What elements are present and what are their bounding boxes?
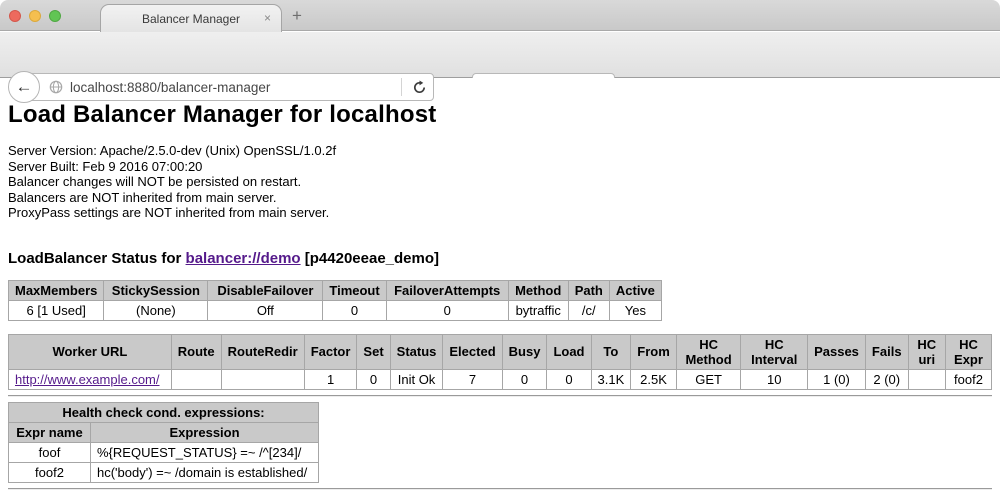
server-version-line: Server Version: Apache/2.5.0-dev (Unix) … xyxy=(8,143,992,159)
cell-expr-name: foof xyxy=(9,442,91,462)
cell-timeout: 0 xyxy=(323,300,386,320)
cell-expression: hc('body') =~ /domain is established/ xyxy=(91,462,319,482)
urlbar-separator xyxy=(401,78,402,96)
col-hc-interval: HC Interval xyxy=(741,334,808,369)
table-row: foof %{REQUEST_STATUS} =~ /^[234]/ xyxy=(9,442,319,462)
cell-busy: 0 xyxy=(502,369,547,389)
col-maxmembers: MaxMembers xyxy=(9,280,104,300)
back-arrow-icon: ← xyxy=(16,77,33,97)
browser-window: Balancer Manager × + localhost:8880/bala… xyxy=(0,0,1000,491)
cell-from: 2.5K xyxy=(631,369,677,389)
url-text[interactable]: localhost:8880/balancer-manager xyxy=(70,80,401,95)
table-row: http://www.example.com/ 1 0 Init Ok 7 0 … xyxy=(9,369,992,389)
status-heading-suffix: [p4420eeae_demo] xyxy=(301,250,439,267)
cell-expr-name: foof2 xyxy=(9,462,91,482)
page-title: Load Balancer Manager for localhost xyxy=(8,101,992,129)
col-busy: Busy xyxy=(502,334,547,369)
balancer-demo-link[interactable]: balancer://demo xyxy=(186,250,301,267)
col-disablefailover: DisableFailover xyxy=(208,280,323,300)
divider xyxy=(8,395,992,397)
persist-notice-line: Balancer changes will NOT be persisted o… xyxy=(8,174,992,190)
cell-routeredir xyxy=(221,369,304,389)
col-route: Route xyxy=(171,334,221,369)
health-table-title: Health check cond. expressions: xyxy=(9,402,319,422)
cell-expression: %{REQUEST_STATUS} =~ /^[234]/ xyxy=(91,442,319,462)
col-factor: Factor xyxy=(304,334,357,369)
reload-button[interactable] xyxy=(408,76,430,98)
table-header-row: Expr name Expression xyxy=(9,422,319,442)
table-header-row: Worker URL Route RouteRedir Factor Set S… xyxy=(9,334,992,369)
cell-load: 0 xyxy=(547,369,591,389)
table-row: foof2 hc('body') =~ /domain is establish… xyxy=(9,462,319,482)
globe-icon xyxy=(49,80,63,94)
loadbalancer-status-heading: LoadBalancer Status for balancer://demo … xyxy=(8,250,992,267)
table-header-row: MaxMembers StickySession DisableFailover… xyxy=(9,280,662,300)
cell-method: bytraffic xyxy=(508,300,568,320)
back-button[interactable]: ← xyxy=(8,71,40,103)
cell-active: Yes xyxy=(609,300,661,320)
col-elected: Elected xyxy=(443,334,502,369)
col-status: Status xyxy=(390,334,443,369)
cell-hc-expr: foof2 xyxy=(945,369,991,389)
col-to: To xyxy=(591,334,631,369)
table-title-row: Health check cond. expressions: xyxy=(9,402,319,422)
navigation-toolbar: localhost:8880/balancer-manager ← xyxy=(0,32,1000,78)
divider xyxy=(8,488,992,490)
server-built-line: Server Built: Feb 9 2016 07:00:20 xyxy=(8,159,992,175)
col-stickysession: StickySession xyxy=(104,280,208,300)
window-close-button[interactable] xyxy=(9,10,21,22)
col-path: Path xyxy=(568,280,609,300)
cell-fails: 2 (0) xyxy=(865,369,908,389)
col-from: From xyxy=(631,334,677,369)
cell-stickysession: (None) xyxy=(104,300,208,320)
col-hc-uri: HC uri xyxy=(908,334,945,369)
worker-status-table: Worker URL Route RouteRedir Factor Set S… xyxy=(8,334,992,390)
cell-disablefailover: Off xyxy=(208,300,323,320)
col-fails: Fails xyxy=(865,334,908,369)
cell-maxmembers: 6 [1 Used] xyxy=(9,300,104,320)
cell-elected: 7 xyxy=(443,369,502,389)
cell-passes: 1 (0) xyxy=(808,369,866,389)
col-method: Method xyxy=(508,280,568,300)
server-info: Server Version: Apache/2.5.0-dev (Unix) … xyxy=(8,143,992,221)
col-active: Active xyxy=(609,280,661,300)
cell-route xyxy=(171,369,221,389)
url-bar[interactable]: localhost:8880/balancer-manager xyxy=(24,73,434,101)
cell-hc-uri xyxy=(908,369,945,389)
page-content: Load Balancer Manager for localhost Serv… xyxy=(0,78,1000,491)
proxypass-notice-line: ProxyPass settings are NOT inherited fro… xyxy=(8,205,992,221)
col-failoverattempts: FailoverAttempts xyxy=(386,280,508,300)
col-set: Set xyxy=(357,334,390,369)
status-heading-prefix: LoadBalancer Status for xyxy=(8,250,186,267)
window-minimize-button[interactable] xyxy=(29,10,41,22)
col-hc-expr: HC Expr xyxy=(945,334,991,369)
col-hc-method: HC Method xyxy=(676,334,741,369)
tab-balancer-manager[interactable]: Balancer Manager × xyxy=(100,4,282,32)
cell-factor: 1 xyxy=(304,369,357,389)
window-zoom-button[interactable] xyxy=(49,10,61,22)
inherit-notice-line: Balancers are NOT inherited from main se… xyxy=(8,190,992,206)
col-expr-name: Expr name xyxy=(9,422,91,442)
tab-strip: Balancer Manager × + xyxy=(0,0,1000,31)
cell-hc-method: GET xyxy=(676,369,741,389)
cell-to: 3.1K xyxy=(591,369,631,389)
col-expression: Expression xyxy=(91,422,319,442)
cell-path: /c/ xyxy=(568,300,609,320)
new-tab-button[interactable]: + xyxy=(292,6,302,26)
worker-url-link[interactable]: http://www.example.com/ xyxy=(15,372,160,387)
col-load: Load xyxy=(547,334,591,369)
tab-title: Balancer Manager xyxy=(142,12,240,26)
balancer-settings-table: MaxMembers StickySession DisableFailover… xyxy=(8,280,662,321)
col-timeout: Timeout xyxy=(323,280,386,300)
col-passes: Passes xyxy=(808,334,866,369)
cell-failoverattempts: 0 xyxy=(386,300,508,320)
health-check-expressions-table: Health check cond. expressions: Expr nam… xyxy=(8,402,319,483)
cell-hc-interval: 10 xyxy=(741,369,808,389)
cell-set: 0 xyxy=(357,369,390,389)
cell-status: Init Ok xyxy=(390,369,443,389)
col-routeredir: RouteRedir xyxy=(221,334,304,369)
table-row: 6 [1 Used] (None) Off 0 0 bytraffic /c/ … xyxy=(9,300,662,320)
tab-close-icon[interactable]: × xyxy=(264,11,271,25)
col-worker-url: Worker URL xyxy=(9,334,172,369)
